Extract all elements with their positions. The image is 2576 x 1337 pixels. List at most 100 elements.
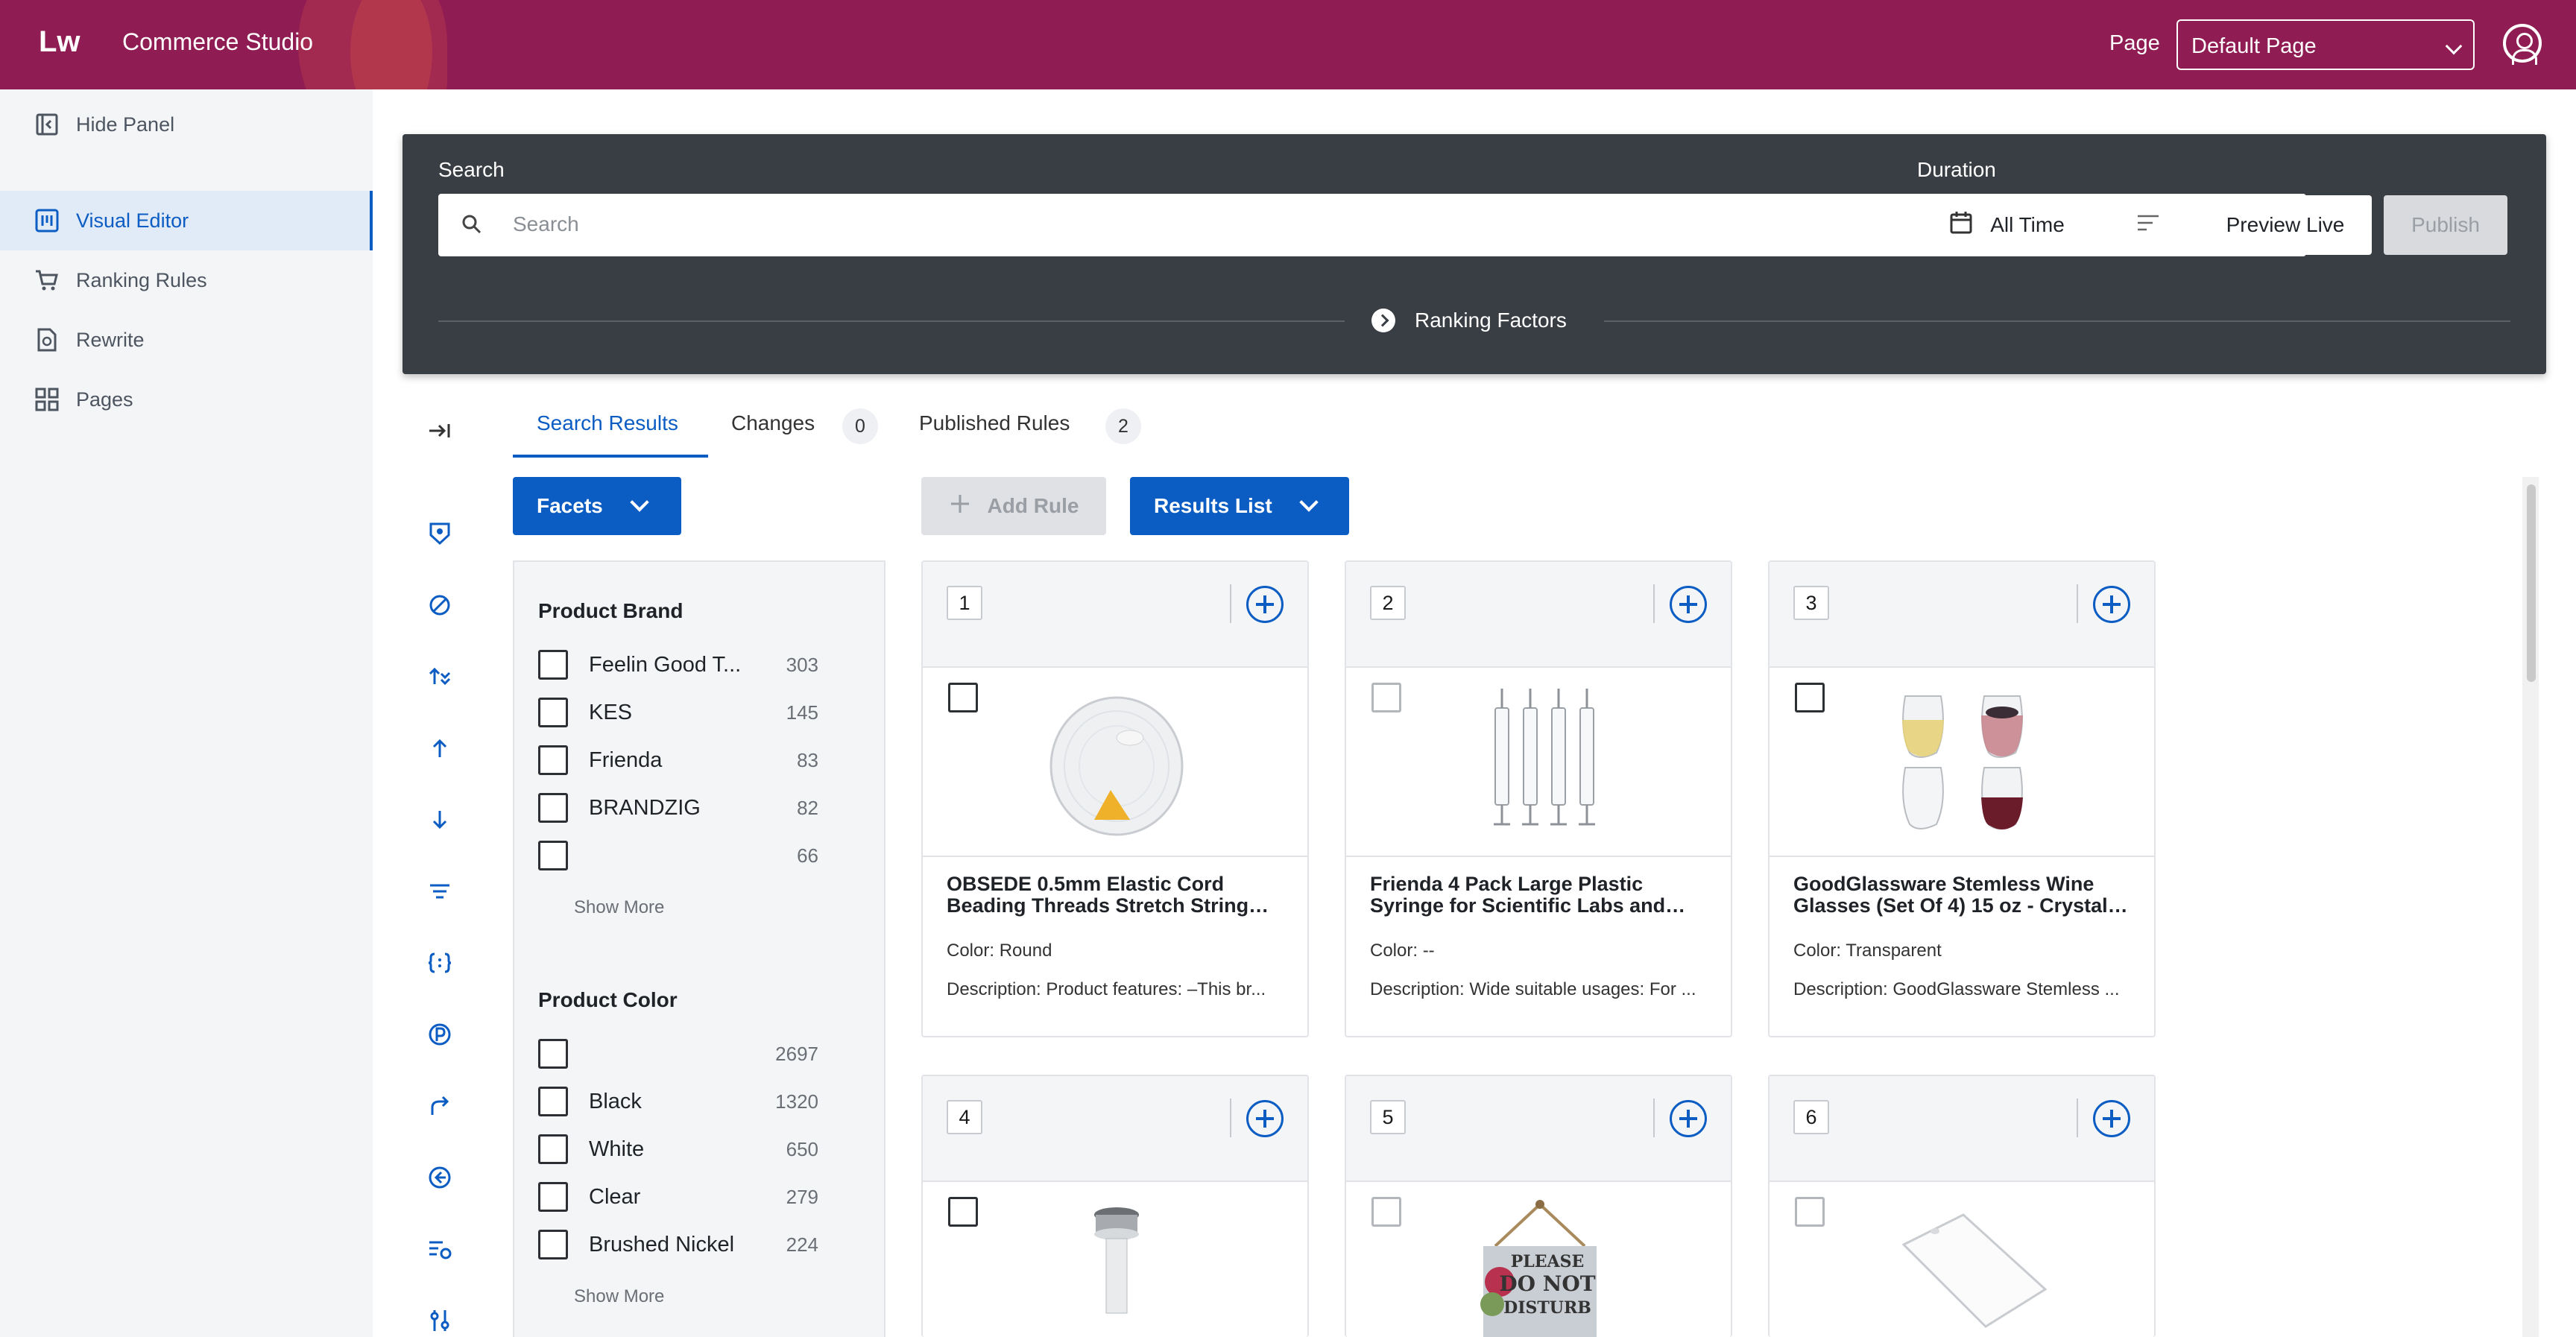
tab-search-results[interactable]: Search Results <box>537 411 678 435</box>
facet-option[interactable]: Brushed Nickel 224 <box>538 1228 818 1261</box>
facet-checkbox[interactable] <box>538 841 568 870</box>
add-circle-icon[interactable] <box>1246 586 1284 623</box>
sidebar-item-visual-editor[interactable]: Visual Editor <box>0 191 373 250</box>
facet-option[interactable]: BRANDZIG 82 <box>538 791 818 824</box>
result-card[interactable]: 1 OBSEDE 0.5mm Elastic Cord Beading Thre… <box>921 560 1309 1037</box>
position-input[interactable]: 2 <box>1370 586 1406 620</box>
select-checkbox[interactable] <box>948 683 978 712</box>
result-card[interactable]: 3 GoodGlassware Stemless Wine Glasses (S… <box>1768 560 2156 1037</box>
select-checkbox[interactable] <box>1795 1197 1825 1227</box>
publish-button[interactable]: Publish <box>2384 195 2507 255</box>
result-card[interactable]: 2 Frienda 4 Pack Large Plastic Syringe f… <box>1345 560 1732 1037</box>
add-circle-icon[interactable] <box>1670 586 1707 623</box>
product-image <box>923 1182 1307 1337</box>
back-circle-icon[interactable] <box>423 1161 456 1194</box>
add-circle-icon[interactable] <box>1670 1100 1707 1137</box>
wine-glasses-image <box>1902 695 2023 829</box>
chevron-down-icon <box>1298 493 1319 512</box>
facet-option[interactable]: Frienda 83 <box>538 744 818 777</box>
sort-arrows-icon[interactable] <box>423 660 456 693</box>
thread-spool-image <box>1049 696 1184 836</box>
ranking-factors-label: Ranking Factors <box>1415 309 1567 332</box>
product-title[interactable]: GoodGlassware Stemless Wine Glasses (Set… <box>1793 873 2136 917</box>
hide-panel-button[interactable]: Hide Panel <box>34 112 174 137</box>
facet-checkbox[interactable] <box>538 1039 568 1069</box>
select-checkbox[interactable] <box>948 1197 978 1227</box>
select-checkbox[interactable] <box>1795 683 1825 712</box>
sidebar-item-rewrite[interactable]: Rewrite <box>0 310 373 370</box>
product-title[interactable]: Frienda 4 Pack Large Plastic Syringe for… <box>1370 873 1713 917</box>
facet-checkbox[interactable] <box>538 1230 568 1259</box>
chevron-right-circle-icon <box>1371 309 1395 332</box>
app-logo[interactable]: Lw <box>39 25 80 59</box>
position-input[interactable]: 3 <box>1793 586 1829 620</box>
facet-option[interactable]: Clear 279 <box>538 1180 818 1213</box>
facet-option[interactable]: 66 <box>538 839 818 872</box>
chevron-down-icon <box>2445 37 2463 55</box>
show-more-link[interactable]: Show More <box>574 897 664 918</box>
block-icon[interactable] <box>423 589 456 622</box>
list-settings-icon[interactable] <box>423 1233 456 1265</box>
facet-checkbox[interactable] <box>538 698 568 727</box>
header-divider <box>2077 584 2078 623</box>
facet-option[interactable]: KES 145 <box>538 696 818 729</box>
results-scrollbar-thumb[interactable] <box>2527 484 2536 682</box>
position-input[interactable]: 5 <box>1370 1100 1406 1134</box>
facet-option[interactable]: 2697 <box>538 1037 818 1070</box>
facets-dropdown-button[interactable]: Facets <box>513 477 681 535</box>
ranking-factors-toggle[interactable]: Ranking Factors <box>1371 309 1567 332</box>
pin-p-icon[interactable] <box>423 1018 456 1051</box>
hide-panel-label: Hide Panel <box>76 113 175 136</box>
facet-checkbox[interactable] <box>538 1087 568 1116</box>
show-more-link[interactable]: Show More <box>574 1286 664 1307</box>
duration-button[interactable]: All Time <box>1917 195 2096 255</box>
preview-live-button[interactable]: Preview Live <box>2199 195 2372 255</box>
sidebar-item-label: Ranking Rules <box>76 268 207 291</box>
bury-arrow-down-icon[interactable] <box>423 803 456 836</box>
add-circle-icon[interactable] <box>2093 1100 2130 1137</box>
product-title[interactable]: OBSEDE 0.5mm Elastic Cord Beading Thread… <box>947 873 1289 917</box>
boost-arrow-up-icon[interactable] <box>423 732 456 765</box>
expand-rail-icon[interactable] <box>423 414 456 447</box>
sliders-icon[interactable] <box>423 1304 456 1337</box>
code-braces-icon[interactable] <box>423 946 456 979</box>
result-card[interactable]: 6 <box>1768 1075 2156 1337</box>
facet-option[interactable]: Black 1320 <box>538 1085 818 1118</box>
collapse-panel-icon <box>34 112 60 137</box>
filter-icon[interactable] <box>423 875 456 908</box>
position-input[interactable]: 4 <box>947 1100 982 1134</box>
facet-checkbox[interactable] <box>538 1182 568 1212</box>
facet-title-product-brand: Product Brand <box>538 599 684 622</box>
redirect-arrow-icon[interactable] <box>423 1090 456 1122</box>
tab-changes[interactable]: Changes <box>731 411 815 435</box>
sidebar-item-label: Visual Editor <box>76 209 189 232</box>
facet-option-count: 82 <box>797 796 818 819</box>
facet-checkbox[interactable] <box>538 1134 568 1164</box>
result-card[interactable]: 5 PLEASE DO NOT DISTURB <box>1345 1075 1732 1337</box>
facet-option[interactable]: White 650 <box>538 1133 818 1166</box>
position-input[interactable]: 6 <box>1793 1100 1829 1134</box>
select-checkbox[interactable] <box>1371 1197 1401 1227</box>
page-select[interactable]: Default Page <box>2176 19 2475 70</box>
sort-options-button[interactable] <box>2108 195 2188 255</box>
facet-option-label: Black <box>589 1089 642 1113</box>
rewrite-icon <box>34 327 60 353</box>
user-account-icon[interactable] <box>2503 24 2542 65</box>
results-list-dropdown-button[interactable]: Results List <box>1130 477 1349 535</box>
card-header: 4 <box>923 1076 1307 1182</box>
facet-option[interactable]: Feelin Good T... 303 <box>538 648 818 681</box>
add-circle-icon[interactable] <box>1246 1100 1284 1137</box>
add-rule-button[interactable]: Add Rule <box>921 477 1106 535</box>
result-card[interactable]: 4 <box>921 1075 1309 1337</box>
header-divider <box>1653 584 1655 623</box>
sidebar-item-ranking-rules[interactable]: Ranking Rules <box>0 250 373 310</box>
tab-published-rules[interactable]: Published Rules <box>919 411 1070 435</box>
facet-checkbox[interactable] <box>538 745 568 775</box>
pin-shield-icon[interactable] <box>423 517 456 550</box>
facet-checkbox[interactable] <box>538 793 568 823</box>
sidebar-item-pages[interactable]: Pages <box>0 370 373 429</box>
select-checkbox[interactable] <box>1371 683 1401 712</box>
add-circle-icon[interactable] <box>2093 586 2130 623</box>
position-input[interactable]: 1 <box>947 586 982 620</box>
facet-checkbox[interactable] <box>538 650 568 680</box>
